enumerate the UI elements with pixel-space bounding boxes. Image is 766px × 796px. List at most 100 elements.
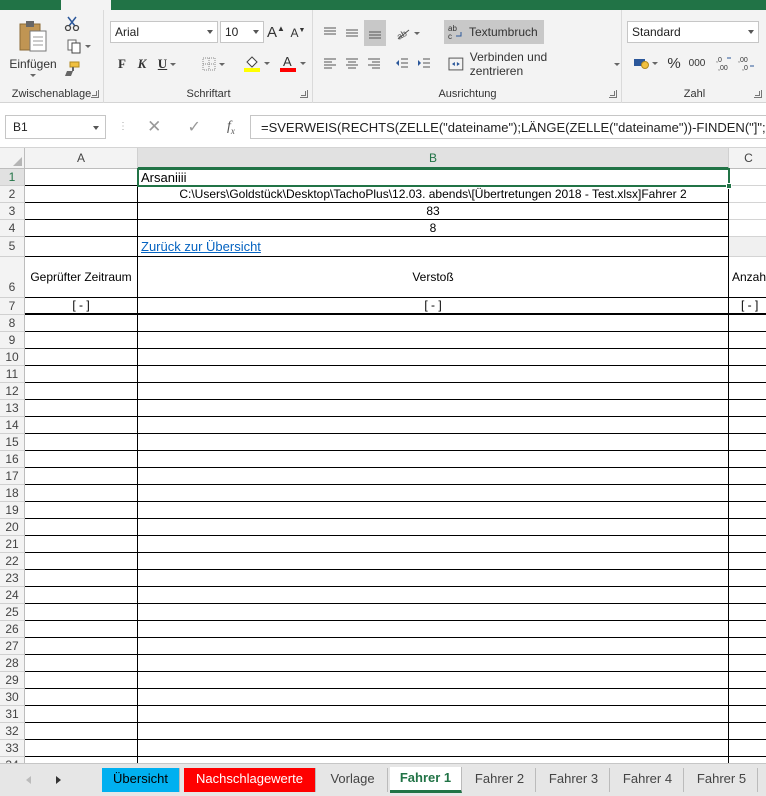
- column-header-c[interactable]: C: [729, 148, 766, 169]
- decrease-indent-button[interactable]: [392, 52, 412, 74]
- cell-c10[interactable]: [729, 349, 766, 366]
- cell-b16[interactable]: [138, 451, 729, 468]
- sheet-tab-fahrer-4[interactable]: Fahrer 4: [612, 768, 684, 792]
- underline-button[interactable]: U: [153, 54, 181, 74]
- cell-a24[interactable]: [25, 587, 138, 604]
- cell-a29[interactable]: [25, 672, 138, 689]
- cell-c23[interactable]: [729, 570, 766, 587]
- align-middle-button[interactable]: [342, 22, 362, 44]
- cell-a19[interactable]: [25, 502, 138, 519]
- alignment-launcher-icon[interactable]: [609, 90, 617, 98]
- row-header-33[interactable]: 33: [0, 740, 25, 757]
- cell-c11[interactable]: [729, 366, 766, 383]
- row-header-4[interactable]: 4: [0, 220, 25, 237]
- number-launcher-icon[interactable]: [754, 90, 762, 98]
- row-header-28[interactable]: 28: [0, 655, 25, 672]
- cell-b2[interactable]: C:\Users\Goldstück\Desktop\TachoPlus\12.…: [138, 186, 729, 203]
- copy-button[interactable]: [62, 37, 94, 55]
- cell-c12[interactable]: [729, 383, 766, 400]
- cell-a23[interactable]: [25, 570, 138, 587]
- accounting-format-button[interactable]: [629, 52, 661, 74]
- cell-b7[interactable]: [ - ]: [138, 298, 729, 315]
- clipboard-launcher-icon[interactable]: [91, 90, 99, 98]
- row-header-1[interactable]: 1: [0, 169, 25, 186]
- row-header-9[interactable]: 9: [0, 332, 25, 349]
- sheet-tab-fahrer-3[interactable]: Fahrer 3: [538, 768, 610, 792]
- increase-indent-button[interactable]: [414, 52, 434, 74]
- cell-b13[interactable]: [138, 400, 729, 417]
- row-header-5[interactable]: 5: [0, 237, 25, 257]
- cell-b24[interactable]: [138, 587, 729, 604]
- cell-c16[interactable]: [729, 451, 766, 468]
- orientation-button[interactable]: ab: [392, 22, 422, 44]
- cell-a11[interactable]: [25, 366, 138, 383]
- ribbon-tab-active[interactable]: [61, 0, 111, 10]
- cell-a5[interactable]: [25, 237, 138, 257]
- borders-button[interactable]: [197, 54, 229, 74]
- cell-c6-header[interactable]: Anzahl: [729, 257, 766, 298]
- cell-a13[interactable]: [25, 400, 138, 417]
- align-right-button[interactable]: [364, 52, 384, 74]
- increase-decimal-button[interactable]: ,0,00: [715, 52, 735, 74]
- cell-a32[interactable]: [25, 723, 138, 740]
- cell-a25[interactable]: [25, 604, 138, 621]
- cell-c9[interactable]: [729, 332, 766, 349]
- row-header-27[interactable]: 27: [0, 638, 25, 655]
- cell-b32[interactable]: [138, 723, 729, 740]
- cell-c3[interactable]: [729, 203, 766, 220]
- row-header-22[interactable]: 22: [0, 553, 25, 570]
- cell-c13[interactable]: [729, 400, 766, 417]
- fill-color-dropdown-icon[interactable]: [263, 61, 270, 65]
- insert-function-icon[interactable]: fx: [227, 119, 235, 136]
- cell-a17[interactable]: [25, 468, 138, 485]
- cell-c33[interactable]: [729, 740, 766, 757]
- cell-a12[interactable]: [25, 383, 138, 400]
- row-header-12[interactable]: 12: [0, 383, 25, 400]
- cell-b1[interactable]: Arsaniiii: [138, 169, 729, 186]
- cell-a16[interactable]: [25, 451, 138, 468]
- italic-button[interactable]: K: [133, 54, 151, 74]
- font-name-select[interactable]: Arial: [110, 21, 218, 43]
- cell-c14[interactable]: [729, 417, 766, 434]
- merge-dropdown-icon[interactable]: [614, 62, 620, 66]
- row-header-24[interactable]: 24: [0, 587, 25, 604]
- cell-a30[interactable]: [25, 689, 138, 706]
- align-left-button[interactable]: [320, 52, 340, 74]
- row-header-6[interactable]: 6: [0, 257, 25, 298]
- cell-c2[interactable]: [729, 186, 766, 203]
- row-header-21[interactable]: 21: [0, 536, 25, 553]
- cell-b14[interactable]: [138, 417, 729, 434]
- cell-b12[interactable]: [138, 383, 729, 400]
- align-top-button[interactable]: [320, 22, 340, 44]
- cell-c5[interactable]: [729, 237, 766, 257]
- cell-c22[interactable]: [729, 553, 766, 570]
- sheet-tab-fahrer-1[interactable]: Fahrer 1: [390, 767, 462, 793]
- cell-b6-header[interactable]: Verstoß: [138, 257, 729, 298]
- cell-a28[interactable]: [25, 655, 138, 672]
- cell-c4[interactable]: [729, 220, 766, 237]
- cell-b30[interactable]: [138, 689, 729, 706]
- cell-a1[interactable]: [25, 169, 138, 186]
- row-header-3[interactable]: 3: [0, 203, 25, 220]
- cell-a15[interactable]: [25, 434, 138, 451]
- align-bottom-button[interactable]: [364, 20, 386, 46]
- cell-c27[interactable]: [729, 638, 766, 655]
- cell-c1[interactable]: [729, 169, 766, 186]
- column-header-a[interactable]: A: [25, 148, 138, 169]
- underline-dropdown-icon[interactable]: [170, 62, 177, 66]
- cell-b27[interactable]: [138, 638, 729, 655]
- percent-button[interactable]: %: [665, 52, 683, 74]
- sheet-tab-uebersicht[interactable]: Übersicht: [102, 768, 180, 792]
- cell-c19[interactable]: [729, 502, 766, 519]
- decrease-decimal-button[interactable]: ,00,0: [737, 52, 757, 74]
- row-header-2[interactable]: 2: [0, 186, 25, 203]
- cell-b19[interactable]: [138, 502, 729, 519]
- shrink-font-button[interactable]: A▼: [289, 24, 307, 42]
- cut-button[interactable]: [62, 14, 82, 32]
- cell-c25[interactable]: [729, 604, 766, 621]
- cell-b22[interactable]: [138, 553, 729, 570]
- sheet-tab-fahrer-5[interactable]: Fahrer 5: [686, 768, 758, 792]
- orientation-dropdown-icon[interactable]: [413, 31, 420, 35]
- align-center-button[interactable]: [342, 52, 362, 74]
- cell-c30[interactable]: [729, 689, 766, 706]
